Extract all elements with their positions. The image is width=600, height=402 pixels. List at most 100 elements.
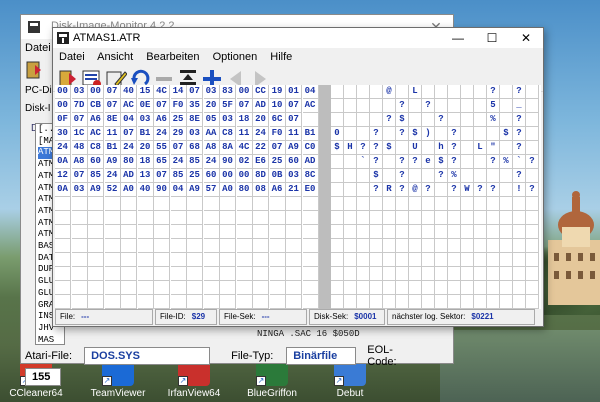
hex-cell[interactable] [220,197,236,211]
minimize-button[interactable]: — [441,28,475,48]
ascii-cell[interactable] [461,169,474,183]
hex-cell[interactable] [236,211,253,225]
hex-cell[interactable]: 07 [187,85,203,99]
hex-cell[interactable]: A6 [269,183,286,197]
ascii-cell[interactable] [526,197,539,211]
ascii-cell[interactable] [409,225,422,239]
ascii-cell[interactable] [526,113,539,127]
ascii-cell[interactable]: $ [409,127,422,141]
ascii-cell[interactable] [513,281,526,295]
ascii-cell[interactable] [474,239,487,253]
hex-cell[interactable] [154,239,170,253]
hex-cell[interactable] [302,281,319,295]
ascii-column[interactable]: @ L???? 5 _? $?%? 0?? $)? $? $ H?? $ Uh? L "? `??? e $??… [331,85,539,309]
ascii-cell[interactable] [409,295,422,309]
hex-cell[interactable]: 24 [203,155,220,169]
ascii-cell[interactable] [370,113,383,127]
hex-cell[interactable]: 19 [269,85,286,99]
hex-cell[interactable] [55,267,71,281]
ascii-cell[interactable] [461,197,474,211]
ascii-cell[interactable] [435,225,448,239]
hex-cell[interactable] [236,253,253,267]
hex-cell[interactable]: 24 [55,141,71,155]
hex-cell[interactable] [203,239,220,253]
hex-cell[interactable]: F0 [269,127,286,141]
hex-cell[interactable] [187,281,203,295]
menu-bearbeiten[interactable]: Bearbeiten [146,51,199,63]
ascii-cell[interactable] [331,225,344,239]
hex-cell[interactable] [220,239,236,253]
ascii-cell[interactable]: _ [513,99,526,113]
menu-datei[interactable]: Datei [59,51,85,63]
hex-cell[interactable] [220,211,236,225]
ascii-cell[interactable] [513,225,526,239]
hex-cell[interactable]: C0 [302,141,319,155]
hex-cell[interactable] [55,239,71,253]
hex-cell[interactable] [154,281,170,295]
ascii-cell[interactable] [331,295,344,309]
ascii-cell[interactable] [513,211,526,225]
hex-cell[interactable] [170,211,187,225]
ascii-cell[interactable]: ? [396,183,409,197]
ascii-cell[interactable]: ` [357,155,370,169]
ascii-cell[interactable] [448,239,461,253]
hex-cell[interactable] [55,197,71,211]
hex-cell[interactable]: 1C [71,127,88,141]
hex-cell[interactable]: 35 [187,99,203,113]
hex-cell[interactable]: A8 [71,155,88,169]
ascii-cell[interactable]: ? [487,155,500,169]
ascii-cell[interactable]: ? [370,141,383,155]
hex-cell[interactable] [88,239,104,253]
ascii-cell[interactable]: 5 [487,99,500,113]
ascii-cell[interactable] [370,281,383,295]
ascii-cell[interactable]: ? [487,183,500,197]
ascii-cell[interactable] [409,197,422,211]
hex-cell[interactable]: 10 [269,99,286,113]
hex-cell[interactable]: 65 [154,155,170,169]
ascii-cell[interactable] [344,225,357,239]
hex-cell[interactable] [137,225,154,239]
ascii-cell[interactable]: $ [370,169,383,183]
hex-cell[interactable]: 03 [220,113,236,127]
ascii-cell[interactable] [500,183,513,197]
hex-cell[interactable] [55,225,71,239]
hex-cell[interactable]: A0 [220,183,236,197]
hex-cell[interactable] [71,295,88,309]
hex-cell[interactable] [55,211,71,225]
ascii-cell[interactable] [383,127,396,141]
ascii-cell[interactable] [357,183,370,197]
hex-cell[interactable]: 11 [104,127,121,141]
ascii-cell[interactable] [526,267,539,281]
ascii-cell[interactable] [344,183,357,197]
hex-cell[interactable]: 7D [71,99,88,113]
ascii-cell[interactable] [500,99,513,113]
atr-viewer-window[interactable]: ATMAS1.ATR — ☐ ✕ Datei Ansicht Bearbeite… [52,27,544,327]
hex-cell[interactable] [220,225,236,239]
ascii-cell[interactable] [435,85,448,99]
hex-cell[interactable]: 0E [137,99,154,113]
menu-hilfe[interactable]: Hilfe [270,51,292,63]
hex-cell[interactable]: 05 [203,113,220,127]
hex-cell[interactable]: 04 [302,85,319,99]
hex-cell[interactable]: 52 [104,183,121,197]
hex-cell[interactable]: A9 [88,183,104,197]
hex-cell[interactable]: 02 [236,155,253,169]
hex-cell[interactable] [137,211,154,225]
ascii-cell[interactable] [383,155,396,169]
hex-cell[interactable] [269,225,286,239]
ascii-cell[interactable] [357,211,370,225]
ascii-cell[interactable] [474,113,487,127]
ascii-cell[interactable] [474,127,487,141]
ascii-cell[interactable] [526,211,539,225]
hex-cell[interactable]: 40 [121,85,137,99]
ascii-cell[interactable] [500,85,513,99]
hex-cell[interactable]: CB [88,99,104,113]
hex-cell[interactable] [253,197,269,211]
ascii-cell[interactable] [487,211,500,225]
ascii-cell[interactable] [500,239,513,253]
hex-cell[interactable]: 00 [55,85,71,99]
ascii-cell[interactable] [500,113,513,127]
hex-cell[interactable]: AC [121,99,137,113]
ascii-cell[interactable]: ? [526,155,539,169]
ascii-cell[interactable] [461,281,474,295]
